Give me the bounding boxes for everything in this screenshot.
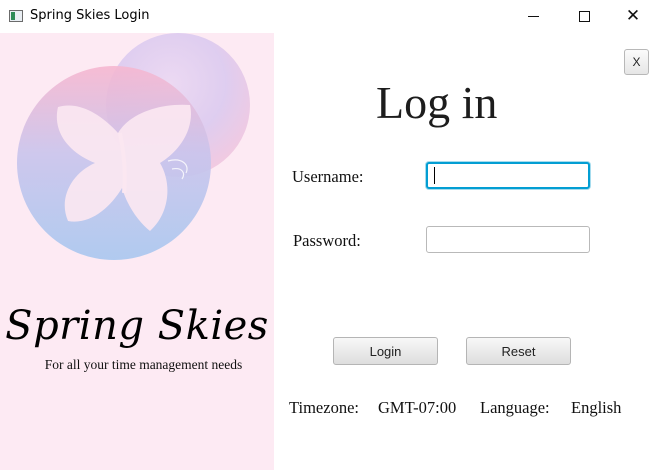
dialog-close-button[interactable]: X	[624, 49, 649, 75]
app-window-icon	[9, 10, 23, 22]
brand-name: Spring Skies	[5, 303, 269, 349]
minimize-icon	[527, 16, 539, 17]
close-icon: ✕	[625, 6, 641, 26]
butterfly-logo	[17, 33, 250, 260]
window-close-button[interactable]: ✕	[610, 0, 656, 33]
username-field[interactable]	[426, 162, 590, 189]
minimize-button[interactable]	[510, 0, 556, 33]
window-titlebar: Spring Skies Login ✕	[0, 0, 656, 33]
password-label: Password:	[293, 231, 361, 250]
reset-button[interactable]: Reset	[466, 337, 571, 365]
maximize-button[interactable]	[561, 0, 607, 33]
language-label: Language:	[480, 398, 550, 417]
username-label: Username:	[292, 167, 364, 186]
timezone-value: GMT-07:00	[378, 398, 457, 417]
brand-panel: Spring Skies For all your time managemen…	[0, 33, 274, 470]
login-button[interactable]: Login	[333, 337, 438, 365]
text-cursor	[434, 167, 435, 184]
window-title: Spring Skies Login	[30, 8, 150, 23]
brand-tagline: For all your time management needs	[44, 357, 243, 372]
password-field[interactable]	[426, 226, 590, 253]
page-title: Log in	[376, 77, 498, 128]
timezone-label: Timezone:	[289, 398, 359, 417]
language-value: English	[571, 398, 622, 417]
maximize-icon	[578, 11, 590, 22]
